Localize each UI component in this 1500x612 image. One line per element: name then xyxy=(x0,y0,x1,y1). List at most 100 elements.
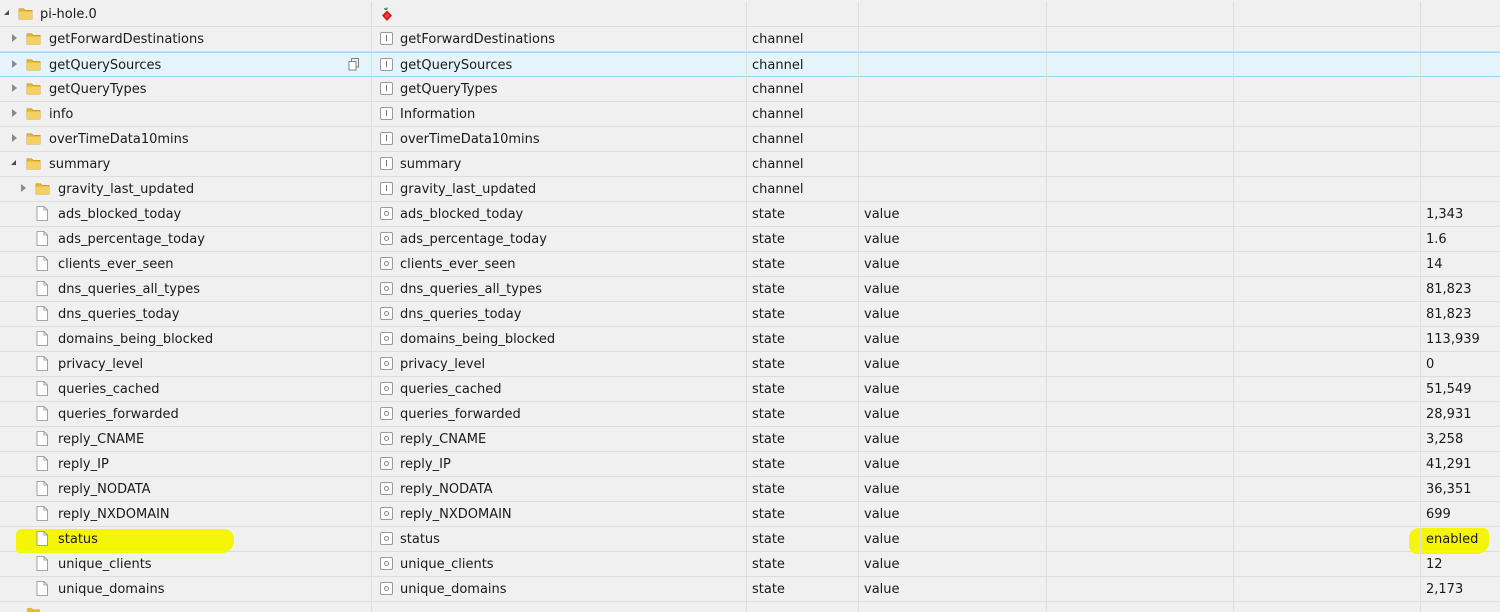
tree-row[interactable]: dns_queries_today dns_queries_today state v… xyxy=(0,302,1500,327)
object-name: queries_cached xyxy=(58,382,160,397)
object-role: value xyxy=(864,407,900,422)
tree-row[interactable]: reply_CNAME reply_CNAME state value 3,258 xyxy=(0,427,1500,452)
display-name: reply_IP xyxy=(400,457,451,472)
tree-row[interactable]: gravity_last_updated gravity_last_updated… xyxy=(0,177,1500,202)
tree-row[interactable]: ads_blocked_today ads_blocked_today state v… xyxy=(0,202,1500,227)
object-value: enabled xyxy=(1426,532,1479,547)
tree-row[interactable]: reply_NXDOMAIN reply_NXDOMAIN state value 69… xyxy=(0,502,1500,527)
object-type: state xyxy=(752,382,785,397)
tree-row[interactable]: reply_NODATA reply_NODATA state value 36,351 xyxy=(0,477,1500,502)
display-name-cell: getForwardDestinations xyxy=(372,27,747,51)
role-cell: value xyxy=(859,227,1047,251)
value-cell[interactable]: 2,173 xyxy=(1421,577,1500,601)
tree-row[interactable]: summary summary channel xyxy=(0,152,1500,177)
tree-row[interactable]: queries_forwarded queries_forwarded state v… xyxy=(0,402,1500,427)
channel-role-icon xyxy=(380,182,393,195)
object-value: 12 xyxy=(1426,557,1443,572)
room-cell xyxy=(1047,227,1234,251)
tree-row[interactable]: reply_IP reply_IP state value 41,291 xyxy=(0,452,1500,477)
role-cell xyxy=(859,127,1047,151)
tree-row[interactable]: privacy_level privacy_level state value 0 xyxy=(0,352,1500,377)
state-role-icon xyxy=(380,282,393,295)
display-name: gravity_last_updated xyxy=(400,182,537,197)
object-type: state xyxy=(752,307,785,322)
value-cell[interactable]: 14 xyxy=(1421,252,1500,276)
value-cell[interactable]: 1,343 xyxy=(1421,202,1500,226)
tree-row[interactable]: getQuerySources getQuerySources channel xyxy=(0,52,1500,77)
display-name-cell: status xyxy=(372,527,747,551)
tree-row[interactable]: ads_percentage_today ads_percentage_today… xyxy=(0,227,1500,252)
state-role-icon xyxy=(380,557,393,570)
display-name: Information xyxy=(400,107,476,122)
chevron-right-icon[interactable] xyxy=(12,134,17,142)
value-cell[interactable] xyxy=(1421,127,1500,151)
object-name: queries_forwarded xyxy=(58,407,179,422)
display-name-cell: clients_ever_seen xyxy=(372,252,747,276)
value-cell[interactable]: 3,258 xyxy=(1421,427,1500,451)
value-cell[interactable] xyxy=(1421,77,1500,101)
value-cell[interactable]: 41,291 xyxy=(1421,452,1500,476)
chevron-down-icon[interactable] xyxy=(4,10,9,15)
object-value: 28,931 xyxy=(1426,407,1472,422)
object-role: value xyxy=(864,482,900,497)
display-name-cell: queries_forwarded xyxy=(372,402,747,426)
display-name: clients_ever_seen xyxy=(400,257,516,272)
value-cell[interactable]: 81,823 xyxy=(1421,277,1500,301)
tree-row[interactable]: queries_cached queries_cached state value 51… xyxy=(0,377,1500,402)
name-cell: unique_clients xyxy=(0,552,372,576)
channel-role-icon xyxy=(380,32,393,45)
value-cell[interactable]: 699 xyxy=(1421,502,1500,526)
chevron-right-icon[interactable] xyxy=(12,34,17,42)
value-cell[interactable]: 1.6 xyxy=(1421,227,1500,251)
object-role: value xyxy=(864,282,900,297)
tree-row[interactable]: getQueryTypes getQueryTypes channel xyxy=(0,77,1500,102)
channel-role-icon xyxy=(380,157,393,170)
object-role: value xyxy=(864,232,900,247)
value-cell[interactable] xyxy=(1421,102,1500,126)
value-cell[interactable]: 12 xyxy=(1421,552,1500,576)
value-cell[interactable]: 81,823 xyxy=(1421,302,1500,326)
value-cell[interactable]: 113,939 xyxy=(1421,327,1500,351)
type-cell: state xyxy=(747,302,859,326)
name-cell: ads_percentage_today xyxy=(0,227,372,251)
function-cell xyxy=(1234,552,1421,576)
chevron-right-icon[interactable] xyxy=(12,109,17,117)
chevron-right-icon[interactable] xyxy=(21,184,26,192)
value-cell[interactable] xyxy=(1421,152,1500,176)
object-value: 0 xyxy=(1426,357,1435,372)
object-name: ads_blocked_today xyxy=(58,207,182,222)
chevron-down-icon[interactable] xyxy=(11,160,16,165)
tree-row[interactable]: overTimeData10mins overTimeData10mins chan… xyxy=(0,127,1500,152)
value-cell[interactable] xyxy=(1421,27,1500,51)
tree-row[interactable]: clients_ever_seen clients_ever_seen state v… xyxy=(0,252,1500,277)
object-name: pi-hole.0 xyxy=(40,7,97,22)
room-cell xyxy=(1047,452,1234,476)
chevron-right-icon[interactable] xyxy=(12,84,17,92)
value-cell[interactable]: 36,351 xyxy=(1421,477,1500,501)
file-icon xyxy=(36,306,48,321)
role-cell: value xyxy=(859,552,1047,576)
tree-row[interactable]: status status state value enabled xyxy=(0,527,1500,552)
tree-row-root[interactable]: pi-hole.0 xyxy=(0,2,1500,27)
tree-row[interactable]: dns_queries_all_types dns_queries_all_typ… xyxy=(0,277,1500,302)
tree-row[interactable]: unique_domains unique_domains state value 2,… xyxy=(0,577,1500,602)
display-name-cell: domains_being_blocked xyxy=(372,327,747,351)
object-type: channel xyxy=(752,32,804,47)
tree-row[interactable]: getForwardDestinations getForwardDestinat… xyxy=(0,27,1500,52)
object-role: value xyxy=(864,557,900,572)
value-cell[interactable]: 28,931 xyxy=(1421,402,1500,426)
value-cell[interactable] xyxy=(1421,53,1500,77)
name-cell: queries_forwarded xyxy=(0,402,372,426)
tree-row[interactable]: domains_being_blocked domains_being_block… xyxy=(0,327,1500,352)
chevron-right-icon[interactable] xyxy=(12,60,17,68)
value-cell[interactable]: 0 xyxy=(1421,352,1500,376)
name-cell: pi-hole.0 xyxy=(0,2,372,26)
display-name: reply_CNAME xyxy=(400,432,487,447)
value-cell[interactable] xyxy=(1421,177,1500,201)
value-cell[interactable]: enabled xyxy=(1421,527,1500,551)
copy-icon[interactable] xyxy=(348,58,360,71)
value-cell[interactable]: 51,549 xyxy=(1421,377,1500,401)
tree-row[interactable]: unique_clients unique_clients state value 12 xyxy=(0,552,1500,577)
tree-row-partial[interactable] xyxy=(0,602,1500,612)
tree-row[interactable]: info Information channel xyxy=(0,102,1500,127)
